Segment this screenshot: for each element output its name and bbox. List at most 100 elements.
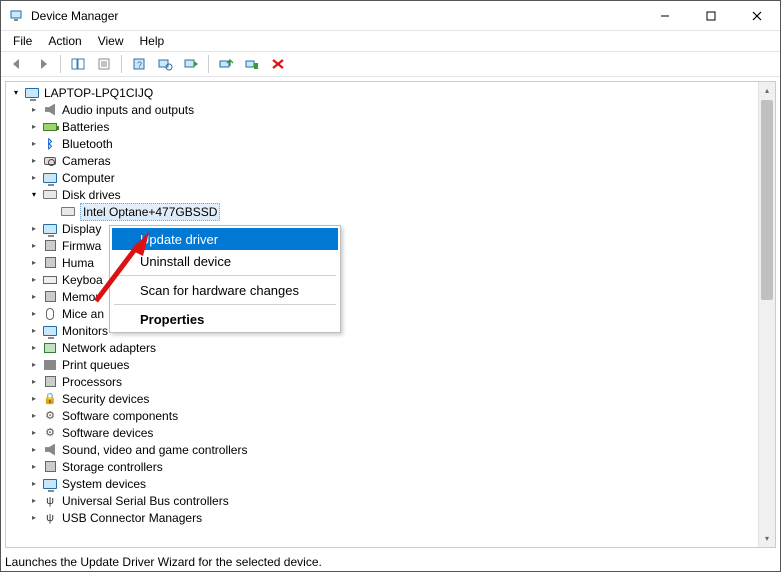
monitor-icon (42, 221, 58, 237)
tree-item-processors[interactable]: ▸Processors (10, 373, 775, 390)
battery-icon (42, 119, 58, 135)
ctx-uninstall-device[interactable]: Uninstall device (112, 250, 338, 272)
scroll-thumb[interactable] (761, 100, 773, 300)
chevron-right-icon[interactable]: ▸ (28, 495, 40, 507)
network-icon (42, 340, 58, 356)
chevron-right-icon[interactable]: ▸ (28, 223, 40, 235)
help-button[interactable]: ? (127, 53, 151, 75)
chevron-right-icon[interactable]: ▸ (28, 478, 40, 490)
chevron-right-icon[interactable]: ▸ (28, 155, 40, 167)
disk-icon (60, 204, 76, 220)
ctx-scan-hardware[interactable]: Scan for hardware changes (112, 279, 338, 301)
ctx-update-driver[interactable]: Update driver (112, 228, 338, 250)
tree-item-bluetooth[interactable]: ▸ᛒBluetooth (10, 135, 775, 152)
speaker-icon (42, 442, 58, 458)
minimize-button[interactable] (642, 1, 688, 31)
vertical-scrollbar[interactable]: ▴ ▾ (758, 82, 775, 547)
ctx-separator (114, 275, 336, 276)
disable-device-button[interactable] (266, 53, 290, 75)
add-legacy-button[interactable] (179, 53, 203, 75)
chevron-right-icon[interactable]: ▸ (28, 342, 40, 354)
app-icon (9, 8, 25, 24)
scan-hardware-button[interactable] (153, 53, 177, 75)
chip-icon (42, 238, 58, 254)
tree-item-softcomp[interactable]: ▸⚙Software components (10, 407, 775, 424)
show-hide-tree-button[interactable] (66, 53, 90, 75)
chevron-right-icon[interactable]: ▸ (28, 376, 40, 388)
forward-button[interactable] (31, 53, 55, 75)
lock-icon: 🔒 (42, 391, 58, 407)
chevron-right-icon[interactable]: ▸ (28, 427, 40, 439)
chevron-down-icon[interactable]: ▾ (28, 189, 40, 201)
properties-button[interactable] (92, 53, 116, 75)
menu-help[interactable]: Help (134, 34, 171, 48)
chevron-right-icon[interactable]: ▸ (28, 172, 40, 184)
computer-icon (42, 170, 58, 186)
chevron-right-icon[interactable]: ▸ (28, 291, 40, 303)
tree-item-audio[interactable]: ▸Audio inputs and outputs (10, 101, 775, 118)
svg-text:?: ? (137, 60, 142, 70)
tree-root[interactable]: ▾ LAPTOP-LPQ1CIJQ (10, 84, 775, 101)
menu-action[interactable]: Action (42, 34, 87, 48)
statusbar: Launches the Update Driver Wizard for th… (1, 553, 780, 571)
menu-view[interactable]: View (92, 34, 130, 48)
tree-item-cameras[interactable]: ▸Cameras (10, 152, 775, 169)
scroll-up-button[interactable]: ▴ (759, 82, 775, 99)
root-label: LAPTOP-LPQ1CIJQ (44, 85, 153, 101)
chevron-right-icon[interactable]: ▸ (28, 444, 40, 456)
usb-icon: ψ (42, 510, 58, 526)
scroll-down-button[interactable]: ▾ (759, 530, 775, 547)
speaker-icon (42, 102, 58, 118)
gear-icon: ⚙ (42, 408, 58, 424)
chevron-right-icon[interactable]: ▸ (28, 410, 40, 422)
chevron-right-icon[interactable]: ▸ (28, 512, 40, 524)
back-button[interactable] (5, 53, 29, 75)
computer-icon (42, 476, 58, 492)
tree-item-usbconn[interactable]: ▸ψUSB Connector Managers (10, 509, 775, 526)
disk-icon (42, 187, 58, 203)
chevron-right-icon[interactable]: ▸ (28, 393, 40, 405)
chevron-right-icon[interactable]: ▸ (28, 461, 40, 473)
chevron-right-icon[interactable]: ▸ (28, 104, 40, 116)
tree-item-softdev[interactable]: ▸⚙Software devices (10, 424, 775, 441)
maximize-button[interactable] (688, 1, 734, 31)
bluetooth-icon: ᛒ (42, 136, 58, 152)
context-menu: Update driver Uninstall device Scan for … (109, 225, 341, 333)
keyboard-icon (42, 272, 58, 288)
hid-icon (42, 255, 58, 271)
tree-item-system[interactable]: ▸System devices (10, 475, 775, 492)
tree-item-disk-child[interactable]: ▸Intel Optane+477GBSSD (10, 203, 775, 220)
chip-icon (42, 374, 58, 390)
chevron-right-icon[interactable]: ▸ (28, 121, 40, 133)
tree-item-usb[interactable]: ▸ψUniversal Serial Bus controllers (10, 492, 775, 509)
ctx-separator (114, 304, 336, 305)
tree-item-storage[interactable]: ▸Storage controllers (10, 458, 775, 475)
tree-item-batteries[interactable]: ▸Batteries (10, 118, 775, 135)
chevron-right-icon[interactable]: ▸ (28, 359, 40, 371)
close-button[interactable] (734, 1, 780, 31)
uninstall-device-button[interactable] (240, 53, 264, 75)
menubar: File Action View Help (1, 31, 780, 51)
chevron-right-icon[interactable]: ▸ (28, 240, 40, 252)
ctx-properties[interactable]: Properties (112, 308, 338, 330)
tree-item-sound[interactable]: ▸Sound, video and game controllers (10, 441, 775, 458)
chevron-down-icon[interactable]: ▾ (10, 87, 22, 99)
tree-item-disk-drives[interactable]: ▾Disk drives (10, 186, 775, 203)
usb-icon: ψ (42, 493, 58, 509)
gear-icon: ⚙ (42, 425, 58, 441)
menu-file[interactable]: File (7, 34, 38, 48)
tree-item-security[interactable]: ▸🔒Security devices (10, 390, 775, 407)
tree-item-network[interactable]: ▸Network adapters (10, 339, 775, 356)
chevron-right-icon[interactable]: ▸ (28, 325, 40, 337)
tree-item-print[interactable]: ▸Print queues (10, 356, 775, 373)
monitor-icon (42, 323, 58, 339)
update-driver-button[interactable] (214, 53, 238, 75)
computer-icon (24, 85, 40, 101)
chevron-right-icon[interactable]: ▸ (28, 308, 40, 320)
tree-item-computer[interactable]: ▸Computer (10, 169, 775, 186)
chevron-right-icon[interactable]: ▸ (28, 138, 40, 150)
chevron-right-icon[interactable]: ▸ (28, 257, 40, 269)
chevron-right-icon[interactable]: ▸ (28, 274, 40, 286)
camera-icon (42, 153, 58, 169)
statusbar-text: Launches the Update Driver Wizard for th… (5, 555, 322, 569)
